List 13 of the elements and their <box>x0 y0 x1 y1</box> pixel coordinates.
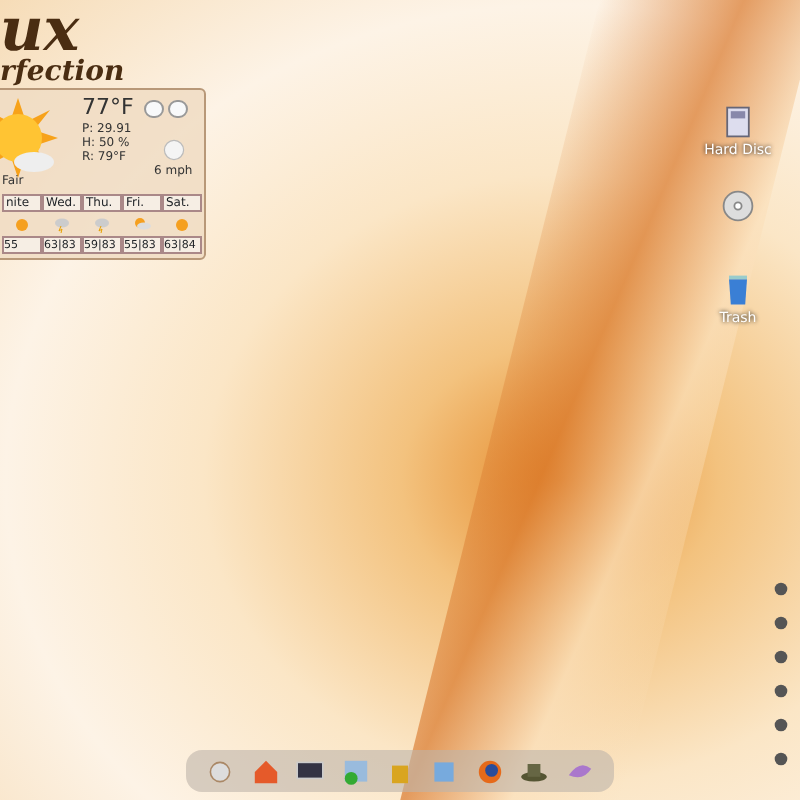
disc-icon[interactable] <box>720 188 756 224</box>
cloud-sun-icon <box>132 214 152 234</box>
temperature: 77°F <box>82 96 134 118</box>
wind-icon <box>162 138 186 162</box>
settings-button[interactable] <box>144 100 164 118</box>
globe-icon[interactable] <box>473 755 506 787</box>
sun-icon <box>12 214 32 234</box>
storm-cloud-icon <box>52 214 72 234</box>
home-icon[interactable] <box>249 755 282 787</box>
back-button[interactable] <box>168 100 188 118</box>
storm-cloud-icon <box>92 214 112 234</box>
sun-icon <box>172 214 192 234</box>
sun-cloud-icon <box>0 98 58 178</box>
